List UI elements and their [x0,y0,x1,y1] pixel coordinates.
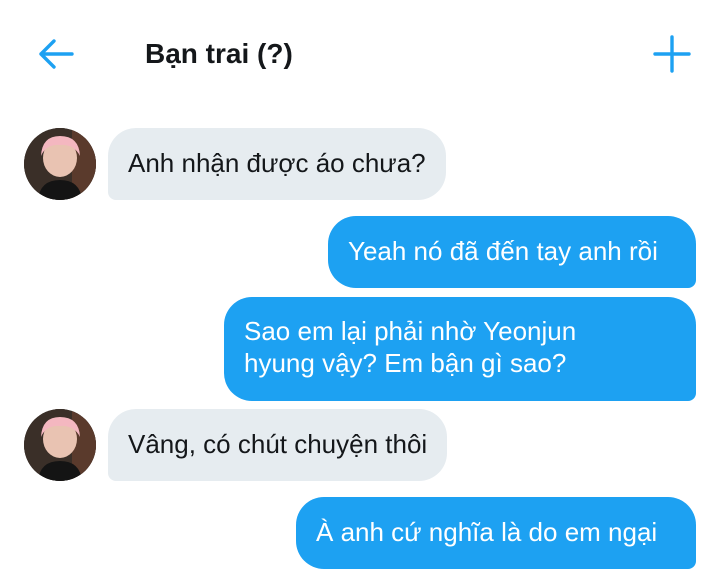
message-text: À anh cứ nghĩa là do em ngại [316,517,658,547]
message-text: Anh nhận được áo chưa? [128,148,426,178]
add-button[interactable] [650,32,694,76]
message-bubble-outgoing[interactable]: À anh cứ nghĩa là do em ngại [296,497,696,569]
message-bubble-outgoing[interactable]: Sao em lại phải nhờ Yeonjun hyung vậy? E… [224,297,696,401]
chat-header: Bạn trai (?) [0,0,720,108]
avatar-image [24,128,96,200]
back-button[interactable] [34,34,78,74]
message-text: Yeah nó đã đến tay anh rồi [348,236,658,266]
message-text-line: Sao em lại phải nhờ Yeonjun [244,316,577,346]
conversation-title: Bạn trai (?) [145,38,293,69]
avatar-image [24,409,96,481]
message-text: Vâng, có chút chuyện thôi [128,429,428,459]
message-bubble-outgoing[interactable]: Yeah nó đã đến tay anh rồi [328,216,696,288]
message-bubble-incoming[interactable]: Vâng, có chút chuyện thôi [108,409,448,481]
plus-icon [653,35,691,73]
avatar[interactable] [24,128,96,200]
message-text-line: hyung vậy? Em bận gì sao? [244,348,567,378]
avatar[interactable] [24,409,96,481]
message-bubble-incoming[interactable]: Anh nhận được áo chưa? [108,128,446,200]
arrow-left-icon [39,39,74,69]
